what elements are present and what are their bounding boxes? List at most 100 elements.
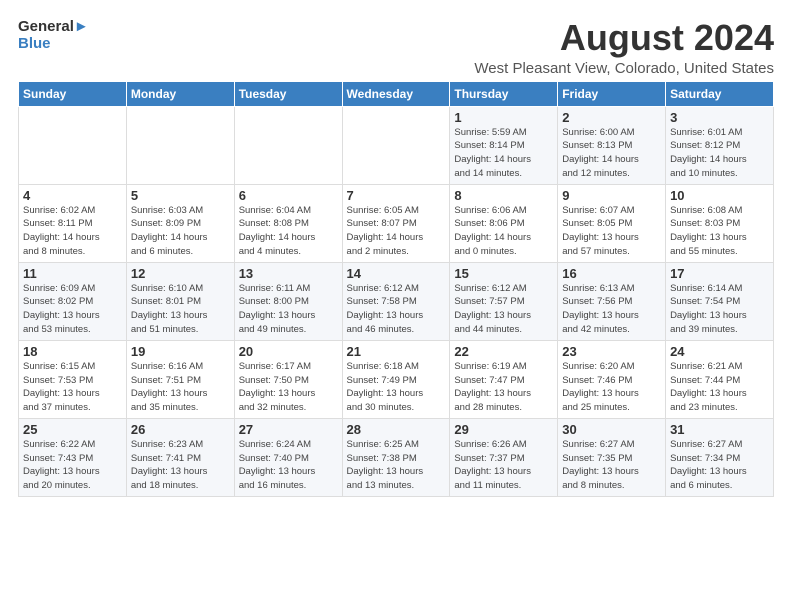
day-number: 19 <box>131 344 230 359</box>
calendar-table: Sunday Monday Tuesday Wednesday Thursday… <box>18 81 774 497</box>
calendar-cell: 24Sunrise: 6:21 AM Sunset: 7:44 PM Dayli… <box>666 340 774 418</box>
day-info: Sunrise: 6:03 AM Sunset: 8:09 PM Dayligh… <box>131 204 230 259</box>
day-number: 9 <box>562 188 661 203</box>
day-number: 1 <box>454 110 553 125</box>
day-info: Sunrise: 6:10 AM Sunset: 8:01 PM Dayligh… <box>131 282 230 337</box>
week-row-5: 25Sunrise: 6:22 AM Sunset: 7:43 PM Dayli… <box>19 418 774 496</box>
calendar-cell: 2Sunrise: 6:00 AM Sunset: 8:13 PM Daylig… <box>558 106 666 184</box>
col-monday: Monday <box>126 81 234 106</box>
calendar-cell: 5Sunrise: 6:03 AM Sunset: 8:09 PM Daylig… <box>126 184 234 262</box>
header: General► Blue August 2024 West Pleasant … <box>18 18 774 77</box>
page-title: August 2024 <box>474 18 774 58</box>
day-number: 12 <box>131 266 230 281</box>
calendar-cell: 14Sunrise: 6:12 AM Sunset: 7:58 PM Dayli… <box>342 262 450 340</box>
calendar-cell: 31Sunrise: 6:27 AM Sunset: 7:34 PM Dayli… <box>666 418 774 496</box>
day-info: Sunrise: 6:19 AM Sunset: 7:47 PM Dayligh… <box>454 360 553 415</box>
day-info: Sunrise: 6:04 AM Sunset: 8:08 PM Dayligh… <box>239 204 338 259</box>
day-info: Sunrise: 6:12 AM Sunset: 7:57 PM Dayligh… <box>454 282 553 337</box>
day-info: Sunrise: 6:08 AM Sunset: 8:03 PM Dayligh… <box>670 204 769 259</box>
day-info: Sunrise: 6:00 AM Sunset: 8:13 PM Dayligh… <box>562 126 661 181</box>
day-info: Sunrise: 6:22 AM Sunset: 7:43 PM Dayligh… <box>23 438 122 493</box>
day-info: Sunrise: 6:26 AM Sunset: 7:37 PM Dayligh… <box>454 438 553 493</box>
calendar-cell: 16Sunrise: 6:13 AM Sunset: 7:56 PM Dayli… <box>558 262 666 340</box>
logo: General► Blue <box>18 18 89 53</box>
day-info: Sunrise: 6:20 AM Sunset: 7:46 PM Dayligh… <box>562 360 661 415</box>
calendar-cell: 6Sunrise: 6:04 AM Sunset: 8:08 PM Daylig… <box>234 184 342 262</box>
day-info: Sunrise: 6:14 AM Sunset: 7:54 PM Dayligh… <box>670 282 769 337</box>
day-info: Sunrise: 6:27 AM Sunset: 7:35 PM Dayligh… <box>562 438 661 493</box>
calendar-cell: 22Sunrise: 6:19 AM Sunset: 7:47 PM Dayli… <box>450 340 558 418</box>
col-wednesday: Wednesday <box>342 81 450 106</box>
calendar-cell: 15Sunrise: 6:12 AM Sunset: 7:57 PM Dayli… <box>450 262 558 340</box>
day-number: 26 <box>131 422 230 437</box>
day-number: 11 <box>23 266 122 281</box>
day-info: Sunrise: 6:06 AM Sunset: 8:06 PM Dayligh… <box>454 204 553 259</box>
day-info: Sunrise: 6:09 AM Sunset: 8:02 PM Dayligh… <box>23 282 122 337</box>
day-number: 29 <box>454 422 553 437</box>
day-number: 27 <box>239 422 338 437</box>
day-info: Sunrise: 6:11 AM Sunset: 8:00 PM Dayligh… <box>239 282 338 337</box>
col-thursday: Thursday <box>450 81 558 106</box>
col-tuesday: Tuesday <box>234 81 342 106</box>
calendar-cell: 30Sunrise: 6:27 AM Sunset: 7:35 PM Dayli… <box>558 418 666 496</box>
calendar-cell: 21Sunrise: 6:18 AM Sunset: 7:49 PM Dayli… <box>342 340 450 418</box>
day-number: 13 <box>239 266 338 281</box>
calendar-cell: 1Sunrise: 5:59 AM Sunset: 8:14 PM Daylig… <box>450 106 558 184</box>
day-number: 23 <box>562 344 661 359</box>
main-container: General► Blue August 2024 West Pleasant … <box>0 0 792 507</box>
day-info: Sunrise: 6:01 AM Sunset: 8:12 PM Dayligh… <box>670 126 769 181</box>
day-info: Sunrise: 6:16 AM Sunset: 7:51 PM Dayligh… <box>131 360 230 415</box>
calendar-cell <box>342 106 450 184</box>
day-number: 21 <box>347 344 446 359</box>
calendar-cell: 17Sunrise: 6:14 AM Sunset: 7:54 PM Dayli… <box>666 262 774 340</box>
col-sunday: Sunday <box>19 81 127 106</box>
calendar-cell: 13Sunrise: 6:11 AM Sunset: 8:00 PM Dayli… <box>234 262 342 340</box>
day-number: 22 <box>454 344 553 359</box>
week-row-4: 18Sunrise: 6:15 AM Sunset: 7:53 PM Dayli… <box>19 340 774 418</box>
day-info: Sunrise: 6:15 AM Sunset: 7:53 PM Dayligh… <box>23 360 122 415</box>
day-info: Sunrise: 6:13 AM Sunset: 7:56 PM Dayligh… <box>562 282 661 337</box>
day-number: 8 <box>454 188 553 203</box>
calendar-cell: 20Sunrise: 6:17 AM Sunset: 7:50 PM Dayli… <box>234 340 342 418</box>
day-number: 14 <box>347 266 446 281</box>
page-subtitle: West Pleasant View, Colorado, United Sta… <box>474 60 774 77</box>
day-info: Sunrise: 6:23 AM Sunset: 7:41 PM Dayligh… <box>131 438 230 493</box>
calendar-cell: 8Sunrise: 6:06 AM Sunset: 8:06 PM Daylig… <box>450 184 558 262</box>
week-row-2: 4Sunrise: 6:02 AM Sunset: 8:11 PM Daylig… <box>19 184 774 262</box>
day-info: Sunrise: 6:05 AM Sunset: 8:07 PM Dayligh… <box>347 204 446 259</box>
day-number: 28 <box>347 422 446 437</box>
day-info: Sunrise: 6:24 AM Sunset: 7:40 PM Dayligh… <box>239 438 338 493</box>
calendar-cell <box>126 106 234 184</box>
calendar-cell: 23Sunrise: 6:20 AM Sunset: 7:46 PM Dayli… <box>558 340 666 418</box>
calendar-cell: 27Sunrise: 6:24 AM Sunset: 7:40 PM Dayli… <box>234 418 342 496</box>
day-number: 4 <box>23 188 122 203</box>
day-number: 10 <box>670 188 769 203</box>
week-row-3: 11Sunrise: 6:09 AM Sunset: 8:02 PM Dayli… <box>19 262 774 340</box>
day-info: Sunrise: 6:27 AM Sunset: 7:34 PM Dayligh… <box>670 438 769 493</box>
calendar-cell: 28Sunrise: 6:25 AM Sunset: 7:38 PM Dayli… <box>342 418 450 496</box>
day-number: 18 <box>23 344 122 359</box>
calendar-cell: 3Sunrise: 6:01 AM Sunset: 8:12 PM Daylig… <box>666 106 774 184</box>
day-info: Sunrise: 6:21 AM Sunset: 7:44 PM Dayligh… <box>670 360 769 415</box>
col-saturday: Saturday <box>666 81 774 106</box>
day-number: 2 <box>562 110 661 125</box>
calendar-cell <box>19 106 127 184</box>
calendar-cell <box>234 106 342 184</box>
calendar-cell: 12Sunrise: 6:10 AM Sunset: 8:01 PM Dayli… <box>126 262 234 340</box>
day-number: 24 <box>670 344 769 359</box>
calendar-cell: 18Sunrise: 6:15 AM Sunset: 7:53 PM Dayli… <box>19 340 127 418</box>
day-number: 7 <box>347 188 446 203</box>
day-number: 3 <box>670 110 769 125</box>
day-info: Sunrise: 6:07 AM Sunset: 8:05 PM Dayligh… <box>562 204 661 259</box>
day-number: 17 <box>670 266 769 281</box>
day-info: Sunrise: 6:25 AM Sunset: 7:38 PM Dayligh… <box>347 438 446 493</box>
col-friday: Friday <box>558 81 666 106</box>
day-number: 20 <box>239 344 338 359</box>
day-number: 15 <box>454 266 553 281</box>
day-number: 25 <box>23 422 122 437</box>
header-row: Sunday Monday Tuesday Wednesday Thursday… <box>19 81 774 106</box>
day-number: 30 <box>562 422 661 437</box>
calendar-cell: 11Sunrise: 6:09 AM Sunset: 8:02 PM Dayli… <box>19 262 127 340</box>
calendar-cell: 19Sunrise: 6:16 AM Sunset: 7:51 PM Dayli… <box>126 340 234 418</box>
calendar-cell: 25Sunrise: 6:22 AM Sunset: 7:43 PM Dayli… <box>19 418 127 496</box>
